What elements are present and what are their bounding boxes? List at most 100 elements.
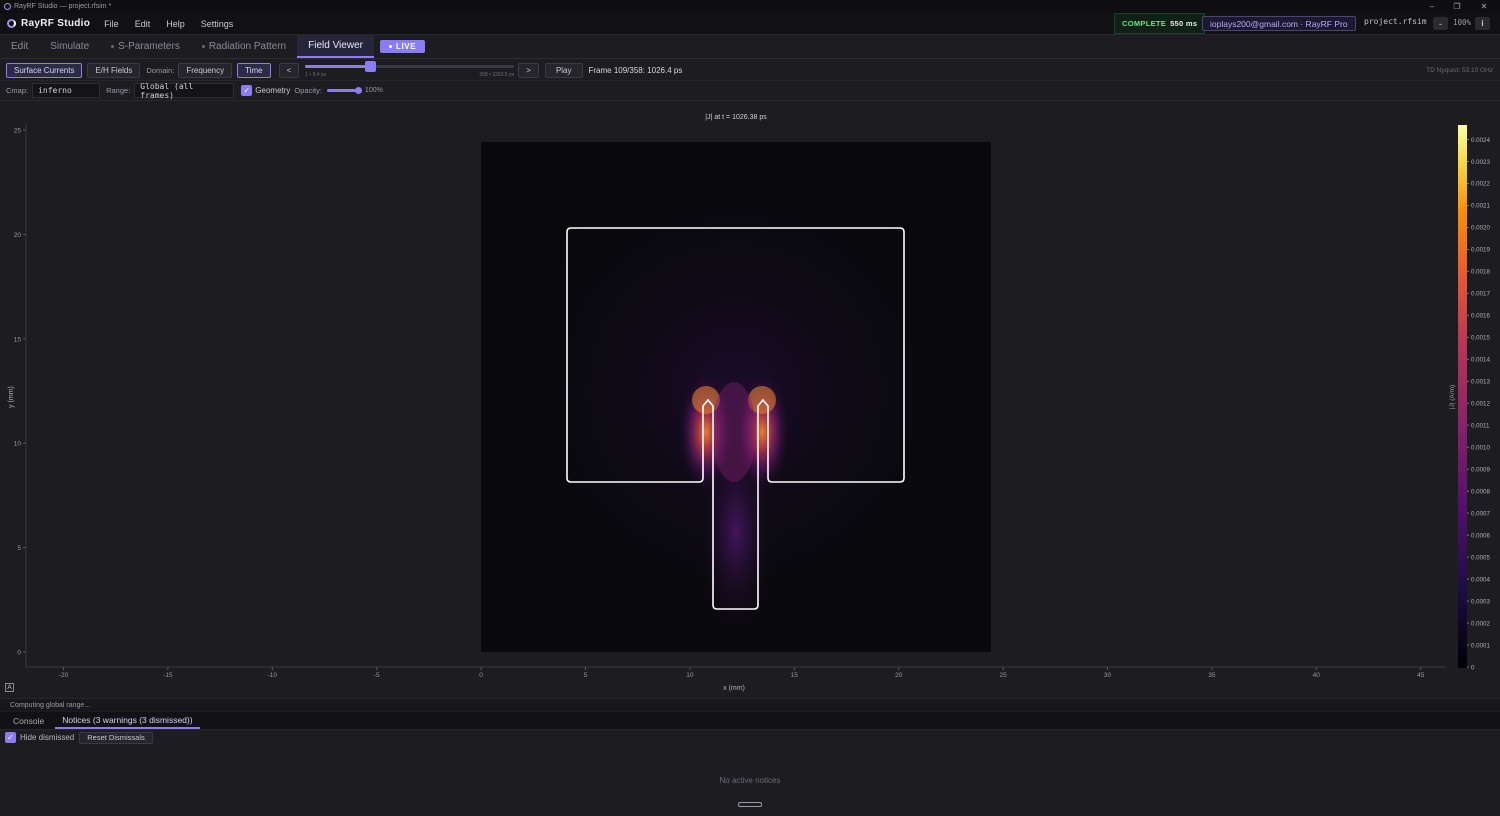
x-tick-label: 20 xyxy=(895,672,903,679)
restore-icon[interactable]: ❐ xyxy=(1447,0,1467,13)
colorbar-tick-label: 0.0017 xyxy=(1471,291,1490,298)
x-tick-label: -20 xyxy=(59,672,69,679)
x-tick-label: -15 xyxy=(163,672,173,679)
colorbar-tick-label: 0.0012 xyxy=(1471,401,1490,408)
colorbar-tick-label: 0 xyxy=(1471,664,1475,671)
tab-notices[interactable]: Notices (3 warnings (3 dismissed)) xyxy=(55,712,200,729)
tab-edit[interactable]: Edit xyxy=(0,35,39,58)
display-toolbar: Cmap: inferno Range: Global (all frames)… xyxy=(0,81,1500,101)
x-tick-label: -10 xyxy=(268,672,278,679)
play-button[interactable]: Play xyxy=(544,62,583,78)
tab-label: Edit xyxy=(11,41,29,52)
geometry-checkbox[interactable]: ✓ xyxy=(241,85,253,96)
notices-list: No active notices xyxy=(0,745,1500,816)
menu-settings[interactable]: Settings xyxy=(201,19,234,29)
frame-slider-thumb[interactable] xyxy=(365,60,377,72)
bottom-panel-tabs: Console Notices (3 warnings (3 dismissed… xyxy=(0,712,1500,730)
surface-currents-button[interactable]: Surface Currents xyxy=(6,62,83,78)
resize-handle[interactable] xyxy=(738,802,762,807)
menu-file[interactable]: File xyxy=(104,19,119,29)
tab-simulate[interactable]: Simulate xyxy=(39,35,100,58)
x-tick-label: -5 xyxy=(374,672,380,679)
colorbar-tick-label: 0.0018 xyxy=(1471,269,1490,276)
colorbar-label: |J| (A/m) xyxy=(1449,385,1456,409)
simulation-status-badge: COMPLETE 550 ms xyxy=(1114,13,1206,34)
zoom-out-button[interactable]: - xyxy=(1433,17,1448,30)
logo-icon xyxy=(7,19,16,28)
slider-min-label: 1 • 9.4 ps xyxy=(305,71,327,78)
window-titlebar: RayRF Studio — project.rfsim * – ❐ ✕ xyxy=(0,0,1500,13)
center-glow xyxy=(712,382,756,482)
y-tick-label: 25 xyxy=(14,128,22,135)
colorbar xyxy=(1458,125,1467,668)
colorbar-tick-label: 0.0013 xyxy=(1471,379,1490,386)
window-title: RayRF Studio — project.rfsim * xyxy=(14,3,112,10)
tab-radiation-pattern[interactable]: Radiation Pattern xyxy=(191,35,297,58)
opacity-slider-thumb[interactable] xyxy=(354,87,362,94)
time-button[interactable]: Time xyxy=(237,62,271,78)
frame-slider[interactable] xyxy=(305,60,515,72)
frequency-button[interactable]: Frequency xyxy=(178,62,233,78)
autoscale-button[interactable]: A xyxy=(5,683,14,692)
range-select[interactable]: Global (all frames) xyxy=(134,82,235,100)
tab-s-parameters[interactable]: S-Parameters xyxy=(100,35,191,58)
range-label: Range: xyxy=(106,86,131,95)
minimize-icon[interactable]: – xyxy=(1422,0,1442,13)
colorbar-tick-label: 0.0023 xyxy=(1471,159,1490,166)
x-ticks: -20 -15 -10 -5 0 5 10 15 20 25 30 35 40 45 xyxy=(59,667,1425,679)
main-tabs: Edit Simulate S-Parameters Radiation Pat… xyxy=(0,35,1500,59)
cmap-select[interactable]: inferno xyxy=(32,83,101,98)
field-plot-svg[interactable]: |J| at t = 1026.38 ps x (mm) y (mm) -20-… xyxy=(0,102,1500,698)
live-dot-icon xyxy=(388,45,392,48)
colorbar-tick-label: 0.0008 xyxy=(1471,488,1490,495)
prev-frame-button[interactable]: < xyxy=(278,62,300,78)
field-plot[interactable]: |J| at t = 1026.38 ps x (mm) y (mm) -20-… xyxy=(0,102,1500,698)
nyquist-readout: TD Nyquist: 53.10 GHz xyxy=(1426,66,1493,74)
domain-label: Domain: xyxy=(146,65,175,75)
status-bar: Computing global range... xyxy=(0,698,1500,711)
colorbar-tick-label: 0.0022 xyxy=(1471,181,1490,188)
next-frame-button[interactable]: > xyxy=(518,62,539,78)
live-label: LIVE xyxy=(395,42,417,51)
zoom-level: 100% xyxy=(1453,18,1472,27)
geometry-label: Geometry xyxy=(255,86,291,95)
tab-label: Field Viewer xyxy=(308,40,363,51)
eh-fields-button[interactable]: E/H Fields xyxy=(87,62,141,78)
opacity-label: Opacity: xyxy=(294,86,322,95)
close-icon[interactable]: ✕ xyxy=(1474,0,1494,13)
y-axis-label: y (mm) xyxy=(8,386,15,408)
x-axis-label: x (mm) xyxy=(723,685,745,692)
menu-help[interactable]: Help xyxy=(166,19,185,29)
frame-readout: Frame 109/358: 1026.4 ps xyxy=(588,65,683,75)
info-button[interactable]: i xyxy=(1475,17,1490,30)
tab-field-viewer[interactable]: Field Viewer xyxy=(297,35,374,58)
field-toolbar: Surface Currents E/H Fields Domain: Freq… xyxy=(0,60,1500,81)
dot-icon xyxy=(111,45,115,48)
hide-dismissed-checkbox[interactable]: ✓ xyxy=(5,732,16,743)
x-tick-label: 30 xyxy=(1104,672,1112,679)
x-tick-label: 40 xyxy=(1313,672,1321,679)
menu-edit[interactable]: Edit xyxy=(135,19,151,29)
y-tick-label: 10 xyxy=(14,441,22,448)
tab-console[interactable]: Console xyxy=(6,712,51,729)
colorbar-tick-label: 0.0014 xyxy=(1471,357,1490,364)
reset-dismissals-button[interactable]: Reset Dismissals xyxy=(79,731,153,744)
account-button[interactable]: ioplays200@gmail.com · RayRF Pro xyxy=(1202,16,1356,31)
tab-label: Radiation Pattern xyxy=(208,41,287,52)
dot-icon xyxy=(201,45,205,48)
colorbar-tick-label: 0.0011 xyxy=(1471,423,1490,430)
tab-label: S-Parameters xyxy=(118,41,180,52)
opacity-slider[interactable] xyxy=(326,87,362,94)
x-tick-label: 0 xyxy=(479,672,483,679)
status-time: 550 ms xyxy=(1170,19,1198,28)
hide-dismissed-label: Hide dismissed xyxy=(20,733,75,742)
colorbar-tick-label: 0.0003 xyxy=(1471,598,1490,605)
status-text: Computing global range... xyxy=(10,701,91,709)
colorbar-tick-label: 0.0024 xyxy=(1471,137,1490,144)
brand: RayRF Studio xyxy=(0,18,90,29)
tab-label: Simulate xyxy=(50,41,90,52)
colorbar-tick-label: 0.0001 xyxy=(1471,642,1490,649)
colorbar-tick-label: 0.0004 xyxy=(1471,576,1490,583)
frame-slider-group: 1 • 9.4 ps 358 • 3363.5 ps xyxy=(303,60,515,81)
colorbar-tick-label: 0.0010 xyxy=(1471,445,1490,452)
